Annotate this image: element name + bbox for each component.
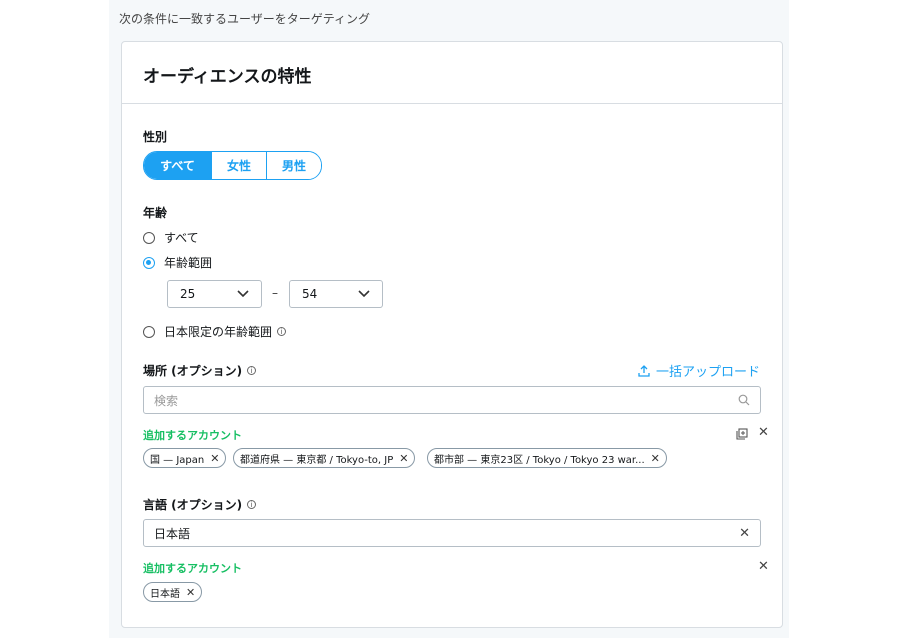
info-icon[interactable]: i <box>277 327 287 336</box>
age-range-radio[interactable]: 年齢範囲 <box>143 254 212 271</box>
remove-icon[interactable]: ✕ <box>399 452 408 465</box>
age-japan-label: 日本限定の年齢範囲 <box>164 325 273 339</box>
age-min-select[interactable]: 25 <box>167 280 262 308</box>
age-min-value: 25 <box>180 287 196 301</box>
language-input-value: 日本語 <box>154 526 191 541</box>
divider <box>122 103 782 104</box>
upload-icon <box>638 364 650 377</box>
language-label: 言語 (オプション) <box>143 498 243 512</box>
language-input[interactable]: 日本語 ✕ <box>143 519 761 547</box>
gender-male-button[interactable]: 男性 <box>267 152 321 179</box>
bulk-upload-label: 一括アップロード <box>655 365 760 380</box>
gender-female-button[interactable]: 女性 <box>212 152 267 179</box>
age-max-value: 54 <box>302 287 318 301</box>
range-dash: – <box>272 286 278 300</box>
remove-icon[interactable]: ✕ <box>210 452 219 465</box>
targeting-hint: 次の条件に一致するユーザーをターゲティング <box>119 12 371 26</box>
location-tag: 都道府県 — 東京都 / Tokyo-to, JP ✕ <box>233 448 416 468</box>
radio-circle-selected <box>143 256 155 269</box>
radio-circle <box>143 325 155 338</box>
chevron-down-icon <box>358 290 370 298</box>
remove-icon[interactable]: ✕ <box>651 452 660 465</box>
location-tag: 都市部 — 東京23区 / Tokyo / Tokyo 23 war... ✕ <box>427 448 667 468</box>
audience-card: オーディエンスの特性 性別 すべて 女性 男性 年齢 すべて 年齢範囲 25 –… <box>121 41 783 628</box>
language-clear-icon[interactable]: ✕ <box>758 559 769 574</box>
age-all-radio[interactable]: すべて <box>143 229 199 246</box>
clear-icon[interactable]: ✕ <box>739 526 750 541</box>
tag-label: 日本語 <box>150 588 180 600</box>
location-label-row: 場所 (オプション) i <box>143 362 257 379</box>
bulk-upload-link[interactable]: 一括アップロード <box>638 361 760 380</box>
age-japan-radio[interactable]: 日本限定の年齢範囲 i <box>143 323 287 340</box>
age-label: 年齢 <box>143 206 168 220</box>
location-search-input[interactable]: 検索 <box>143 386 761 414</box>
info-icon[interactable]: i <box>247 366 257 375</box>
location-added-label: 追加するアカウント <box>143 429 242 442</box>
search-placeholder: 検索 <box>154 393 179 408</box>
gender-segmented-control: すべて 女性 男性 <box>143 151 322 180</box>
tag-label: 都道府県 — 東京都 / Tokyo-to, JP <box>240 454 394 466</box>
gender-all-button[interactable]: すべて <box>144 152 212 179</box>
chevron-down-icon <box>237 290 249 298</box>
remove-icon[interactable]: ✕ <box>186 586 195 599</box>
language-label-row: 言語 (オプション) i <box>143 496 257 513</box>
age-range-label: 年齢範囲 <box>164 256 213 270</box>
location-clear-icon[interactable]: ✕ <box>758 425 769 440</box>
location-tag: 国 — Japan ✕ <box>143 448 227 468</box>
location-label: 場所 (オプション) <box>143 364 243 378</box>
language-tag: 日本語 ✕ <box>143 582 203 602</box>
info-icon[interactable]: i <box>247 500 257 509</box>
age-max-select[interactable]: 54 <box>289 280 383 308</box>
copy-icon[interactable] <box>736 428 748 440</box>
radio-circle <box>143 231 155 244</box>
gender-label: 性別 <box>143 130 168 144</box>
age-all-label: すべて <box>164 231 199 245</box>
language-added-label: 追加するアカウント <box>143 562 242 575</box>
tag-label: 都市部 — 東京23区 / Tokyo / Tokyo 23 war... <box>434 454 645 466</box>
search-icon <box>738 394 750 406</box>
tag-label: 国 — Japan <box>150 454 205 466</box>
card-title: オーディエンスの特性 <box>143 67 312 87</box>
